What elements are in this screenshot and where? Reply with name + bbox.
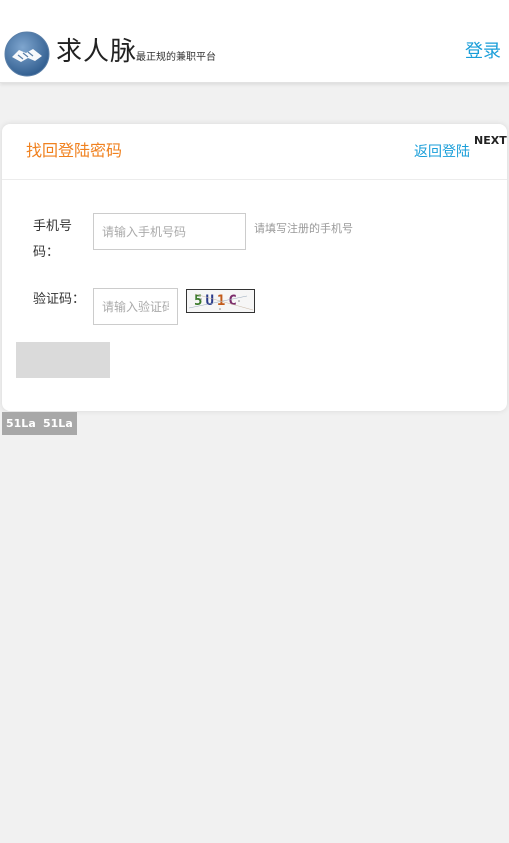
captcha-char: U [205, 293, 217, 309]
captcha-char: 1 [216, 293, 229, 309]
brand-tagline: 最正规的兼职平台 [136, 52, 216, 63]
stats-badge[interactable]: 51La [39, 412, 77, 435]
top-header: 求人脉 最正规的兼职平台 登录 [0, 0, 509, 83]
phone-hint: 请填写注册的手机号 [254, 222, 353, 235]
page-title: 找回登陆密码 [26, 141, 123, 160]
login-link[interactable]: 登录 [465, 41, 501, 63]
phone-label: 手机号码： [33, 219, 73, 260]
submit-button[interactable] [16, 342, 110, 378]
back-to-login-link[interactable]: 返回登陆 [414, 143, 470, 161]
phone-input[interactable] [93, 213, 246, 250]
brand-name: 求人脉 [56, 37, 138, 67]
captcha-image[interactable]: 5U1C [186, 289, 255, 313]
retrieve-password-card: 找回登陆密码 返回登陆 NEXT 手机号码： 请填写注册的手机号 验证码： 5U… [2, 124, 507, 411]
captcha-label: 验证码： [33, 292, 86, 307]
next-link[interactable]: NEXT [474, 134, 507, 147]
card-header: 找回登陆密码 返回登陆 NEXT [2, 124, 507, 180]
handshake-logo-icon[interactable] [4, 31, 50, 77]
stats-badge[interactable]: 51La [2, 412, 40, 435]
captcha-char: C [228, 293, 240, 309]
captcha-input[interactable] [93, 288, 178, 325]
captcha-char: 5 [194, 293, 206, 309]
